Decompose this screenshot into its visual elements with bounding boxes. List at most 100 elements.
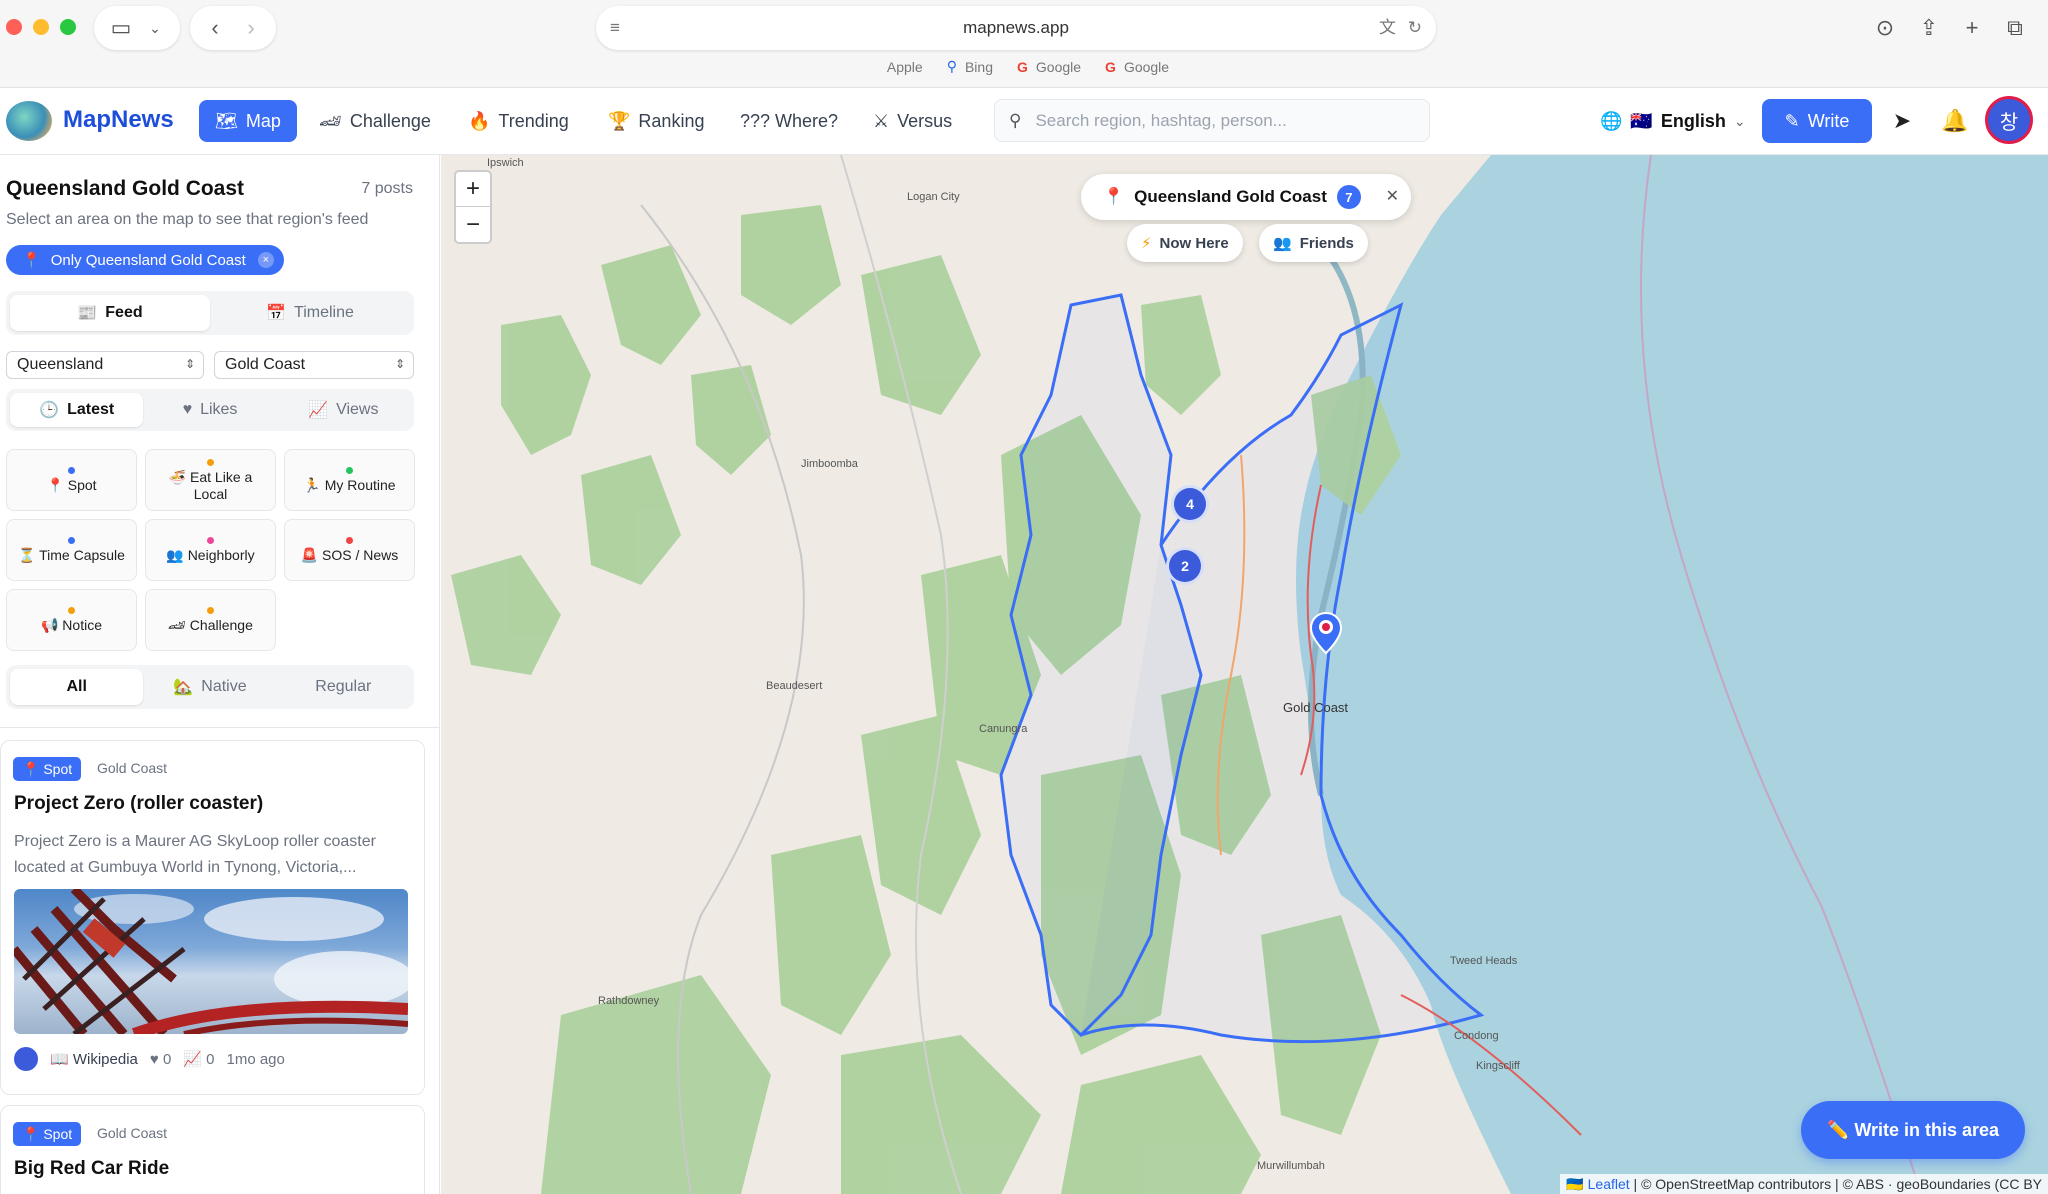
history-nav-group: ‹ › xyxy=(190,6,276,50)
state-select[interactable]: Queensland ⇕ xyxy=(6,351,204,379)
share-icon[interactable]: ⇪ xyxy=(1912,10,1946,46)
attribution-text: | © OpenStreetMap contributors | © ABS ·… xyxy=(1629,1176,2042,1192)
city-select[interactable]: Gold Coast ⇕ xyxy=(214,351,414,379)
category-my-routine[interactable]: 🏃 My Routine xyxy=(284,449,415,511)
close-icon[interactable]: ✕ xyxy=(1386,186,1399,206)
tab-versus[interactable]: ⚔ Versus xyxy=(857,100,968,142)
status-dot xyxy=(68,466,75,474)
chevron-updown-icon: ⇕ xyxy=(394,357,405,371)
tab-trending[interactable]: 🔥 Trending xyxy=(452,100,585,142)
region-pill[interactable]: 📍 Queensland Gold Coast 7 ✕ xyxy=(1081,174,1411,220)
write-button[interactable]: ✎ Write xyxy=(1762,99,1872,143)
favorite-apple[interactable]: Apple xyxy=(879,58,923,75)
tab-challenge[interactable]: 🏎 Challenge xyxy=(303,100,447,142)
reader-icon[interactable]: ≡ xyxy=(610,6,620,50)
favorite-bing[interactable]: ⚲ Bing xyxy=(947,58,993,75)
tab-feed[interactable]: 📰 Feed xyxy=(10,295,210,331)
close-icon[interactable]: × xyxy=(257,252,274,268)
post-title[interactable]: Project Zero (roller coaster) xyxy=(14,793,263,815)
sort-views[interactable]: 📈 Views xyxy=(277,393,410,427)
region-pill-label: Queensland Gold Coast xyxy=(1134,187,1327,206)
now-here-button[interactable]: ⚡ Now Here xyxy=(1127,224,1243,262)
pin-icon: 📍 xyxy=(22,252,41,269)
like-count[interactable]: ♥ 0 xyxy=(150,1051,171,1068)
search-icon: ⚲ xyxy=(946,58,957,74)
leaflet-link[interactable]: Leaflet xyxy=(1588,1176,1630,1192)
logo[interactable] xyxy=(6,101,52,141)
reload-icon[interactable]: ↻ xyxy=(1408,6,1422,50)
category-eat-like-a-local[interactable]: 🍜 Eat Like a Local xyxy=(145,449,276,511)
tab-label: Ranking xyxy=(638,110,705,131)
write-in-area-button[interactable]: ✏️ Write in this area xyxy=(1801,1101,2025,1159)
post-source[interactable]: 📖 Wikipedia xyxy=(50,1050,138,1068)
chip-label: Only Queensland Gold Coast xyxy=(50,251,246,269)
google-icon: G xyxy=(1017,58,1028,75)
pin-icon: 📍 xyxy=(1103,187,1125,206)
post-card[interactable]: 📍 Spot Gold Coast Big Red Car Ride xyxy=(0,1105,425,1194)
language-select[interactable]: 🌐 🇦🇺 English ⌄ xyxy=(1600,100,1746,142)
category-spot[interactable]: 📍 Spot xyxy=(6,449,137,511)
translate-icon[interactable]: 文 xyxy=(1379,6,1396,50)
bell-icon[interactable]: 🔔 xyxy=(1938,104,1972,138)
map-cluster[interactable]: 4 xyxy=(1171,485,1209,523)
zoom-out-button[interactable]: − xyxy=(456,207,490,242)
search-input[interactable]: Search region, hashtag, person... xyxy=(1035,111,1286,131)
map-label: Condong xyxy=(1454,1030,1499,1042)
post-title[interactable]: Big Red Car Ride xyxy=(14,1158,169,1180)
category-time-capsule[interactable]: ⏳ Time Capsule xyxy=(6,519,137,581)
address-bar[interactable]: ≡ mapnews.app 文 ↻ xyxy=(596,6,1436,50)
zoom-in-button[interactable]: + xyxy=(456,172,490,207)
category-label: 🚨 SOS / News xyxy=(300,546,399,563)
new-tab-icon[interactable]: + xyxy=(1955,10,1989,46)
category-challenge[interactable]: 🏎 Challenge xyxy=(145,589,276,651)
city-value: Gold Coast xyxy=(225,356,306,373)
friends-label: Friends xyxy=(1299,234,1354,252)
map-view[interactable]: Ipswich Logan City Jimboomba Beaudesert … xyxy=(441,155,2048,1194)
pencil-icon: ✎ xyxy=(1784,110,1800,131)
category-label: 📍 Spot xyxy=(46,476,97,493)
search-icon: ⚲ xyxy=(1009,110,1022,130)
tab-label: Feed xyxy=(105,304,143,321)
brand-name[interactable]: MapNews xyxy=(63,106,174,134)
map-pin-icon[interactable] xyxy=(1309,611,1343,655)
audience-native[interactable]: 🏡 Native xyxy=(143,669,276,705)
audience-tabs: All 🏡 Native Regular xyxy=(6,665,414,709)
tab-label: Trending xyxy=(498,110,569,131)
friends-button[interactable]: 👥 Friends xyxy=(1259,224,1368,262)
tab-timeline[interactable]: 📅 Timeline xyxy=(210,295,410,331)
tab-ranking[interactable]: 🏆 Ranking xyxy=(592,100,720,142)
tab-label: Latest xyxy=(67,401,115,418)
tab-overview-icon[interactable]: ⧉ xyxy=(1998,10,2032,46)
category-neighborly[interactable]: 👥 Neighborly xyxy=(145,519,276,581)
newspaper-icon: 📰 xyxy=(77,305,98,322)
zoom-window-button[interactable] xyxy=(60,19,76,35)
audience-all[interactable]: All xyxy=(10,669,144,705)
send-icon[interactable]: ➤ xyxy=(1885,104,1919,138)
category-notice[interactable]: 📢 Notice xyxy=(6,589,137,651)
audience-regular[interactable]: Regular xyxy=(277,669,410,705)
tab-where[interactable]: ??? Where? xyxy=(724,100,854,142)
category-label: 🏃 My Routine xyxy=(303,476,396,493)
sidebar-toggle-icon[interactable]: ▭ xyxy=(104,10,138,46)
tab-map[interactable]: 🗺 Map xyxy=(199,100,297,142)
back-icon[interactable]: ‹ xyxy=(198,10,232,46)
status-dot xyxy=(68,536,75,544)
download-icon[interactable]: ⊙ xyxy=(1868,10,1902,46)
minimize-window-button[interactable] xyxy=(33,19,49,35)
favorite-google[interactable]: G Google xyxy=(1017,58,1081,75)
sort-likes[interactable]: ♥ Likes xyxy=(143,393,276,427)
sort-latest[interactable]: 🕒 Latest xyxy=(10,393,144,427)
forward-icon[interactable]: › xyxy=(234,10,268,46)
post-card[interactable]: 📍 Spot Gold Coast Project Zero (roller c… xyxy=(0,740,425,1095)
category-sos-news[interactable]: 🚨 SOS / News xyxy=(284,519,415,581)
favorite-google-2[interactable]: G Google xyxy=(1105,58,1169,75)
region-filter-chip[interactable]: 📍 Only Queensland Gold Coast × xyxy=(6,245,284,275)
avatar[interactable]: 창 xyxy=(1985,96,2033,144)
close-window-button[interactable] xyxy=(6,19,22,35)
category-badge: 📍 Spot xyxy=(13,757,82,781)
map-cluster[interactable]: 2 xyxy=(1166,547,1204,585)
tab-label: Views xyxy=(336,401,379,418)
search-bar[interactable]: ⚲ Search region, hashtag, person... xyxy=(994,99,1430,142)
chevron-down-icon[interactable]: ⌄ xyxy=(140,10,170,46)
post-image[interactable] xyxy=(14,889,408,1034)
